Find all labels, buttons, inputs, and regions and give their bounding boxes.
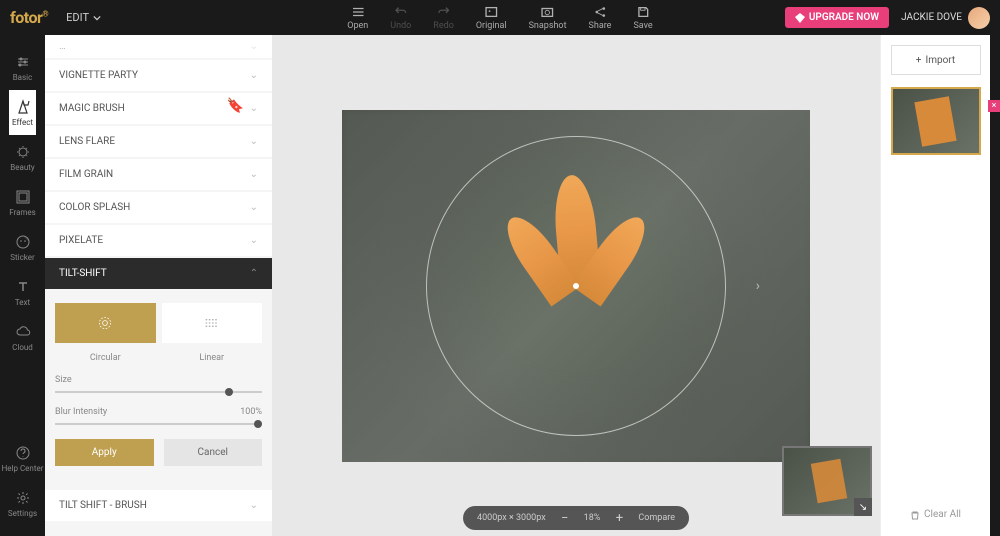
- close-side-panel-button[interactable]: ×: [988, 100, 1000, 112]
- redo-button[interactable]: Redo: [433, 5, 454, 31]
- effect-row-truncated[interactable]: …⌄: [45, 35, 272, 58]
- original-button[interactable]: Original: [476, 5, 507, 31]
- plus-icon: +: [916, 55, 922, 66]
- circular-icon: [97, 315, 113, 331]
- undo-icon: [394, 5, 408, 19]
- canvas-image[interactable]: [342, 110, 810, 462]
- chevron-down-icon: ⌄: [250, 235, 258, 246]
- effect-tilt-shift---brush[interactable]: TILT SHIFT - BRUSH⌄: [45, 490, 272, 521]
- sticker-icon: [15, 234, 31, 250]
- trash-icon: [910, 510, 920, 520]
- nav-effect[interactable]: Effect: [9, 90, 36, 135]
- nav-sticker[interactable]: Sticker: [9, 225, 36, 270]
- cancel-button[interactable]: Cancel: [164, 439, 263, 466]
- blur-value: 100%: [240, 407, 262, 417]
- chevron-down-icon: ⌄: [250, 202, 258, 213]
- effect-color-splash[interactable]: COLOR SPLASH⌄: [45, 192, 272, 223]
- help-icon: [15, 445, 31, 461]
- effect-tilt-shift[interactable]: TILT-SHIFT⌃: [45, 258, 272, 289]
- nav-text[interactable]: Text: [9, 270, 36, 315]
- blur-slider[interactable]: [55, 423, 262, 425]
- original-icon: [484, 5, 498, 19]
- text-icon: [15, 279, 31, 295]
- zoom-in-button[interactable]: +: [612, 511, 626, 525]
- image-thumbnail[interactable]: [891, 87, 981, 155]
- upgrade-button[interactable]: UPGRADE NOW: [785, 7, 889, 28]
- effect-film-grain[interactable]: FILM GRAIN⌄: [45, 159, 272, 190]
- linear-icon: [204, 315, 220, 331]
- size-label: Size: [55, 375, 72, 385]
- beauty-icon: [15, 144, 31, 160]
- zoom-bar: 4000px × 3000px − 18% + Compare: [463, 506, 689, 530]
- linear-label: Linear: [162, 353, 263, 363]
- circular-button[interactable]: [55, 303, 156, 343]
- nav-help-center[interactable]: Help Center: [0, 436, 45, 481]
- share-icon: [593, 5, 607, 19]
- diamond-icon: [795, 13, 805, 23]
- toolbar: Open Undo Redo Original Snapshot Share Save: [347, 5, 652, 31]
- dimensions-label: 4000px × 3000px: [477, 513, 546, 523]
- edit-menu[interactable]: EDIT: [66, 11, 101, 24]
- frames-icon: [15, 189, 31, 205]
- collapse-right-icon[interactable]: ›: [756, 278, 760, 294]
- undo-button[interactable]: Undo: [390, 5, 411, 31]
- circular-label: Circular: [55, 353, 156, 363]
- chevron-down-icon: ⌄: [250, 136, 258, 147]
- sliders-icon: [15, 54, 31, 70]
- effect-magic-brush[interactable]: MAGIC BRUSH🔖⌄: [45, 93, 272, 124]
- settings-icon: [15, 490, 31, 506]
- chevron-down-icon: ⌄: [250, 169, 258, 180]
- left-nav: BasicEffectBeautyFramesStickerTextCloud …: [0, 35, 45, 536]
- nav-settings[interactable]: Settings: [0, 481, 45, 526]
- expand-arrow-icon[interactable]: ↘: [854, 498, 872, 516]
- tilt-shift-controls: Circular Linear Size Blur Intensity 100%…: [45, 291, 272, 478]
- apply-button[interactable]: Apply: [55, 439, 154, 466]
- effect-vignette-party[interactable]: VIGNETTE PARTY⌄: [45, 60, 272, 91]
- nav-frames[interactable]: Frames: [9, 180, 36, 225]
- avatar: [968, 7, 990, 29]
- clear-all-button[interactable]: Clear All: [904, 503, 967, 526]
- open-button[interactable]: Open: [347, 5, 368, 31]
- user-menu[interactable]: JACKIE DOVE: [901, 7, 990, 29]
- logo: fotor®: [10, 8, 48, 27]
- navigator-thumbnail[interactable]: ↘: [782, 446, 872, 516]
- nav-basic[interactable]: Basic: [9, 45, 36, 90]
- chevron-down-icon: ⌄: [250, 500, 258, 511]
- chevron-down-icon: [93, 14, 101, 22]
- snapshot-button[interactable]: Snapshot: [529, 5, 567, 31]
- effects-panel: …⌄ VIGNETTE PARTY⌄MAGIC BRUSH🔖⌄LENS FLAR…: [45, 35, 272, 536]
- save-button[interactable]: Save: [633, 5, 652, 31]
- size-slider[interactable]: [55, 391, 262, 393]
- effect-icon: [15, 99, 31, 115]
- nav-cloud[interactable]: Cloud: [9, 315, 36, 360]
- effect-lens-flare[interactable]: LENS FLARE⌄: [45, 126, 272, 157]
- right-rail: + Import Clear All: [880, 35, 990, 536]
- cloud-icon: [15, 324, 31, 340]
- effect-pixelate[interactable]: PIXELATE⌄: [45, 225, 272, 256]
- chevron-up-icon: ⌃: [250, 268, 258, 279]
- blur-label: Blur Intensity: [55, 407, 107, 417]
- linear-button[interactable]: [162, 303, 263, 343]
- save-icon: [636, 5, 650, 19]
- tilt-focus-center[interactable]: [573, 283, 579, 289]
- top-bar: fotor® EDIT Open Undo Redo Original Snapshot…: [0, 0, 1000, 35]
- chevron-down-icon: ⌄: [250, 103, 258, 114]
- nav-beauty[interactable]: Beauty: [9, 135, 36, 180]
- import-button[interactable]: + Import: [891, 45, 981, 75]
- redo-icon: [437, 5, 451, 19]
- chevron-down-icon: ⌄: [250, 70, 258, 81]
- compare-button[interactable]: Compare: [638, 513, 675, 523]
- menu-icon: [351, 5, 365, 19]
- canvas-area: ↘ 4000px × 3000px − 18% + Compare ›: [272, 35, 880, 536]
- zoom-out-button[interactable]: −: [558, 511, 572, 525]
- bookmark-icon: 🔖: [227, 98, 244, 114]
- zoom-label: 18%: [584, 513, 601, 523]
- snapshot-icon: [541, 5, 555, 19]
- share-button[interactable]: Share: [589, 5, 612, 31]
